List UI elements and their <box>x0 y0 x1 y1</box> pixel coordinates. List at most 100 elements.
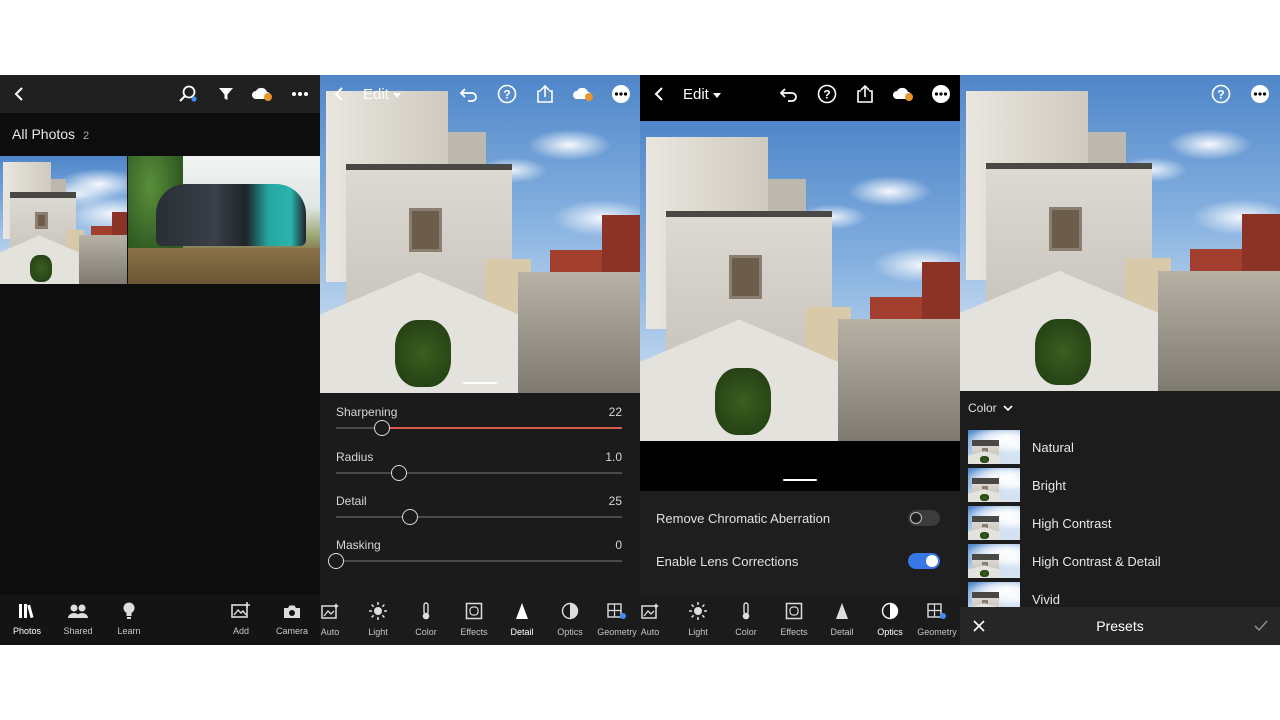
back-icon[interactable] <box>646 81 672 107</box>
tool-optics[interactable]: Optics <box>866 601 914 637</box>
tool-geometry[interactable]: Geometry <box>913 601 960 637</box>
more-icon[interactable] <box>1247 81 1273 107</box>
preset-vivid[interactable]: Vivid <box>968 582 1268 608</box>
tool-optics[interactable]: Optics <box>546 601 594 637</box>
preset-thumbnail <box>968 544 1020 578</box>
preset-natural[interactable]: Natural <box>968 430 1268 464</box>
chromatic-aberration-toggle[interactable] <box>908 510 940 526</box>
preset-high-contrast[interactable]: High Contrast <box>968 506 1268 540</box>
people-icon <box>53 601 103 621</box>
checkmark-icon[interactable] <box>1248 613 1274 639</box>
preset-category-dropdown[interactable]: Color <box>968 401 1013 415</box>
tab-photos[interactable]: Photos <box>2 601 52 636</box>
edit-photo[interactable] <box>960 75 1280 391</box>
option-enable-lens-corrections[interactable]: Enable Lens Corrections <box>656 549 940 575</box>
tool-effects[interactable]: Effects <box>450 601 498 637</box>
edit-photo[interactable] <box>640 121 960 441</box>
slider-detail-knob[interactable] <box>402 509 419 525</box>
triangle-icon <box>498 601 546 621</box>
tool-color-label: Color <box>415 627 437 637</box>
tool-detail[interactable]: Detail <box>498 601 546 637</box>
more-icon[interactable] <box>608 81 634 107</box>
tab-learn[interactable]: Learn <box>104 601 154 636</box>
camera-icon <box>267 601 317 621</box>
effects-icon <box>450 601 498 621</box>
edit-menu[interactable]: Edit <box>683 86 721 103</box>
slider-detail[interactable]: Detail 25 <box>336 494 622 534</box>
back-icon[interactable] <box>6 81 32 107</box>
tab-photos-label: Photos <box>12 626 42 636</box>
filter-icon[interactable] <box>213 81 239 107</box>
thermometer-icon <box>402 601 450 621</box>
undo-icon[interactable] <box>456 81 482 107</box>
slider-masking-track[interactable] <box>328 553 622 569</box>
edit-menu[interactable]: Edit <box>363 86 401 103</box>
tool-light[interactable]: Light <box>354 601 402 637</box>
tool-color[interactable]: Color <box>402 601 450 637</box>
geometry-icon <box>913 601 960 621</box>
tool-auto[interactable]: Auto <box>320 601 354 637</box>
sun-icon <box>674 601 722 621</box>
slider-sharpening-track[interactable] <box>336 420 622 436</box>
effects-icon <box>770 601 818 621</box>
tab-learn-label: Learn <box>117 626 141 636</box>
thermometer-icon <box>722 601 770 621</box>
more-icon[interactable] <box>928 81 954 107</box>
photo-letterbox <box>640 441 960 491</box>
slider-masking-knob[interactable] <box>328 553 344 569</box>
photo-thumbnail-house[interactable] <box>0 156 127 284</box>
back-icon[interactable] <box>326 81 352 107</box>
tool-detail[interactable]: Detail <box>818 601 866 637</box>
sun-icon <box>354 601 402 621</box>
panel-drag-handle[interactable] <box>463 382 497 384</box>
panel-drag-handle[interactable] <box>783 479 817 481</box>
photo-thumbnail-group[interactable] <box>128 156 320 284</box>
help-icon[interactable]: ? <box>1208 81 1234 107</box>
tool-auto[interactable]: Auto <box>640 601 674 637</box>
slider-radius-track[interactable] <box>336 465 622 481</box>
more-icon[interactable] <box>287 81 313 107</box>
tool-optics-label: Optics <box>877 627 903 637</box>
tool-light[interactable]: Light <box>674 601 722 637</box>
tab-camera[interactable]: Camera <box>267 601 317 636</box>
preset-high-contrast-detail-label: High Contrast & Detail <box>1032 554 1161 569</box>
help-icon[interactable]: ? <box>494 81 520 107</box>
slider-detail-track[interactable] <box>336 509 622 525</box>
album-title-text: All Photos <box>12 126 76 142</box>
tab-add[interactable]: Add <box>216 601 266 636</box>
share-icon[interactable] <box>852 81 878 107</box>
undo-icon[interactable] <box>776 81 802 107</box>
help-icon[interactable]: ? <box>814 81 840 107</box>
cloud-sync-icon[interactable] <box>249 81 275 107</box>
cloud-sync-icon[interactable] <box>890 81 916 107</box>
option-remove-chromatic-aberration[interactable]: Remove Chromatic Aberration <box>656 506 940 532</box>
library-icon <box>2 601 52 621</box>
edit-optics-screen: Edit ? Remove Chromatic Aberration Enabl… <box>640 75 960 645</box>
tool-color[interactable]: Color <box>722 601 770 637</box>
tool-geometry[interactable]: Geometry <box>593 601 640 637</box>
cloud-sync-icon[interactable] <box>570 81 596 107</box>
edit-photo[interactable] <box>320 75 640 393</box>
preset-bright[interactable]: Bright <box>968 468 1268 502</box>
slider-radius-knob[interactable] <box>390 465 407 481</box>
search-people-icon[interactable] <box>175 81 201 107</box>
presets-footer: Presets <box>960 607 1280 645</box>
slider-sharpening[interactable]: Sharpening 22 <box>336 405 622 445</box>
slider-sharpening-knob[interactable] <box>373 420 390 436</box>
tool-detail-label: Detail <box>830 627 854 637</box>
slider-detail-value: 25 <box>608 494 622 508</box>
slider-masking[interactable]: Masking 0 <box>328 538 622 578</box>
share-icon[interactable] <box>532 81 558 107</box>
preset-category-label: Color <box>968 401 997 415</box>
preset-high-contrast-detail[interactable]: High Contrast & Detail <box>968 544 1268 578</box>
slider-radius-label: Radius <box>336 450 374 464</box>
slider-radius[interactable]: Radius 1.0 <box>336 450 622 490</box>
edit-title: Edit <box>683 86 709 103</box>
tab-shared[interactable]: Shared <box>53 601 103 636</box>
tool-auto-label: Auto <box>320 627 340 637</box>
slider-masking-label: Masking <box>336 538 381 552</box>
tool-effects[interactable]: Effects <box>770 601 818 637</box>
triangle-icon <box>818 601 866 621</box>
lens-corrections-toggle[interactable] <box>908 553 940 569</box>
library-screen: All Photos 2 Photos Shared Learn Add Cam… <box>0 75 320 645</box>
